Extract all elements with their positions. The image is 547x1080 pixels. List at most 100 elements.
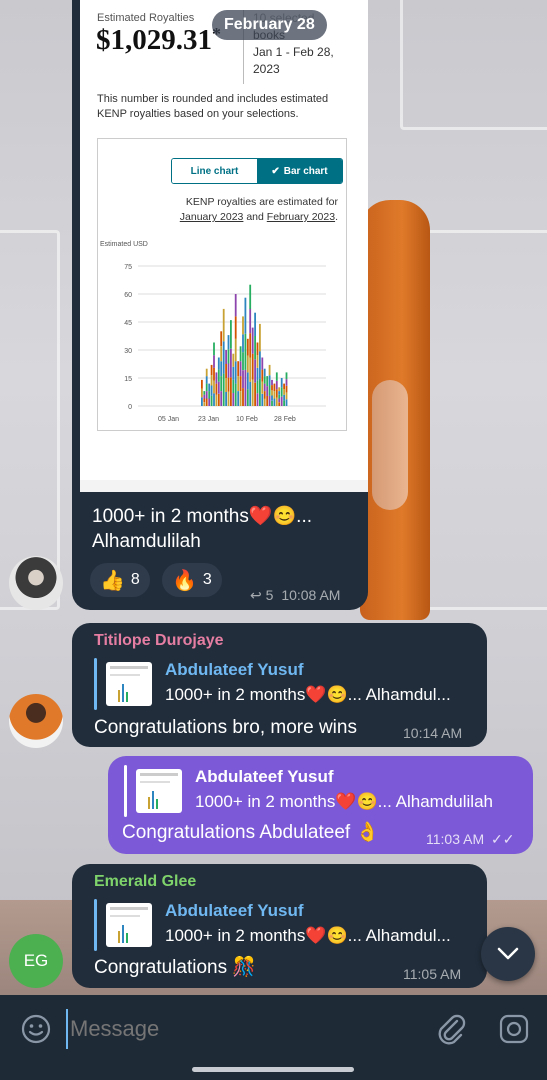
avatar-sender-first[interactable] <box>9 556 63 610</box>
chart-bar-segment <box>244 297 247 334</box>
reply-thumbnail <box>106 903 152 947</box>
chart-bar-segment <box>271 379 273 386</box>
chart-bar-segment <box>278 402 281 406</box>
chart-bar-segment <box>263 391 266 399</box>
chart-bar-segment <box>232 353 235 367</box>
chart-bar-segment <box>285 385 288 393</box>
home-indicator <box>192 1067 354 1072</box>
chart-bar-segment <box>246 338 249 356</box>
line-chart-tab[interactable]: Line chart <box>172 159 257 183</box>
chart-bar-segment <box>263 398 266 406</box>
chart-bar-segment <box>213 342 215 356</box>
chart-bar-segment <box>254 359 256 383</box>
chart-bar-segment <box>256 380 259 394</box>
chart-bar-segment <box>220 346 223 362</box>
double-check-icon: ✓✓ <box>491 831 515 847</box>
message-input-bar <box>0 995 547 1080</box>
chart-bar-segment <box>232 366 235 380</box>
message-meta-first[interactable]: ↩ 5 10:08 AM <box>250 587 340 604</box>
chart-bar-segment <box>225 364 227 378</box>
chart-bar-segment <box>278 387 281 391</box>
reply-author: Abdulateef Yusuf <box>195 767 334 786</box>
chart-bar-segment <box>271 400 273 406</box>
chart-bar-segment <box>210 385 213 396</box>
chart-bar-segment <box>246 389 249 406</box>
chart-bar-segment <box>220 331 223 347</box>
attach-icon[interactable] <box>435 1011 467 1047</box>
chart-bar-segment <box>261 357 264 370</box>
chart-bar-segment <box>220 376 223 391</box>
chart-bar-segment <box>244 333 247 370</box>
royalties-amount: $1,029.31* <box>96 24 221 56</box>
chart-bar-segment <box>203 391 206 395</box>
chart-bar-segment <box>225 392 227 406</box>
chart-bar-segment <box>263 383 266 392</box>
chart-bar-segment <box>242 388 244 406</box>
check-icon: ✔ <box>271 165 280 177</box>
chart-bar-segment <box>227 391 230 406</box>
chart-bar-segment <box>259 351 261 379</box>
chart-bar-segment <box>271 395 273 401</box>
chart-bar-segment <box>246 372 249 390</box>
reaction-fire[interactable]: 🔥 3 <box>162 563 222 597</box>
sender-name-fourth[interactable]: Emerald Glee <box>94 873 196 891</box>
scroll-to-bottom-button[interactable] <box>481 927 535 981</box>
chart-bar-segment <box>227 377 230 392</box>
chart-bar-segment <box>251 327 254 354</box>
kenp-february-link[interactable]: February 2023 <box>267 211 335 223</box>
camera-icon[interactable] <box>498 1013 530 1045</box>
kenp-january-link[interactable]: January 2023 <box>180 211 244 223</box>
avatar-sender-fourth[interactable]: EG <box>9 934 63 988</box>
chart-bar-segment <box>280 378 283 388</box>
estimated-royalties-label: Estimated Royalties <box>97 12 195 24</box>
bar-chart-tab[interactable]: ✔ Bar chart <box>257 159 342 183</box>
chart-bar-segment <box>205 398 208 406</box>
chart-bar-segment <box>263 368 266 377</box>
chart-bar-segment <box>220 391 223 406</box>
reply-quote-third[interactable]: Abdulateef Yusuf 1000+ in 2 months❤️😊...… <box>124 765 524 817</box>
avatar-sender-second[interactable] <box>9 694 63 748</box>
reply-preview: 1000+ in 2 months❤️😊... Alhamdul... <box>165 926 451 945</box>
chart-bar-segment <box>283 383 285 390</box>
chart-bar-segment <box>283 400 285 406</box>
emoji-icon[interactable] <box>20 1013 52 1045</box>
chart-bar-segment <box>239 376 242 391</box>
chart-bar-segment <box>246 355 249 373</box>
chart-y-axis-label: Estimated USD <box>100 241 148 248</box>
chart-bar-segment <box>285 399 288 406</box>
reply-quote-fourth[interactable]: Abdulateef Yusuf 1000+ in 2 months❤️😊...… <box>94 899 479 951</box>
chart-y-tick-label: 60 <box>124 292 132 299</box>
reply-author: Abdulateef Yusuf <box>165 660 304 679</box>
message-text-fourth: Congratulations 🎊 <box>94 957 257 978</box>
chart-bar-segment <box>283 394 285 401</box>
chart-bar-segment <box>230 377 232 406</box>
chart-bar-segment <box>283 389 285 395</box>
chart-x-tick-label: 05 Jan <box>158 416 179 423</box>
chart-bar-segment <box>278 391 281 395</box>
message-input[interactable] <box>66 1009 406 1049</box>
reaction-thumbs-up[interactable]: 👍 8 <box>90 563 150 597</box>
chart-bar-segment <box>271 390 273 396</box>
chart-y-tick-label: 30 <box>124 348 132 355</box>
chart-bar-segment <box>273 391 276 399</box>
chart-bar-segment <box>268 375 271 386</box>
reply-quote-second[interactable]: Abdulateef Yusuf 1000+ in 2 months❤️😊...… <box>94 658 479 710</box>
chart-type-toggle[interactable]: Line chart ✔ Bar chart <box>171 158 343 184</box>
message-screenshot-image[interactable]: Estimated Royalties $1,029.31* 10 select… <box>80 0 368 492</box>
chart-bar-segment <box>275 397 278 406</box>
chart-bar-segment <box>225 350 227 364</box>
chart-bar-segment <box>217 369 220 382</box>
sender-name-second[interactable]: Titilope Durojaye <box>94 632 224 650</box>
chart-bar-segment <box>225 378 227 392</box>
chart-bar-segment <box>278 398 281 403</box>
chart-y-tick-label: 45 <box>124 320 132 327</box>
chart-bar-segment <box>275 372 278 381</box>
chart-bar-segment <box>249 284 252 309</box>
message-text-first: 1000+ in 2 months❤️😊... Alhamdulilah <box>92 506 313 552</box>
chart-bar-segment <box>201 379 203 389</box>
chart-bar-segment <box>273 398 276 406</box>
chart-bar-segment <box>215 383 218 395</box>
chart-bar-segment <box>213 393 215 406</box>
chart-bar-segment <box>242 316 244 335</box>
chart-y-tick-label: 15 <box>124 376 132 383</box>
